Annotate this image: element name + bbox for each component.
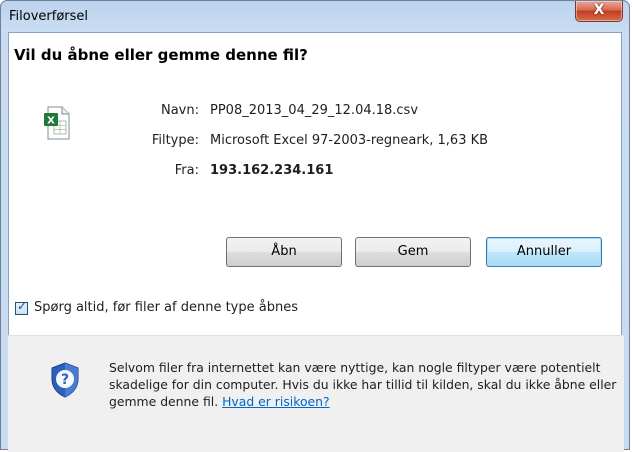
svg-text:?: ? [61,372,69,388]
svg-text:X: X [47,116,55,127]
cancel-button[interactable]: Annuller [486,237,602,267]
security-warning-text: Selvom filer fra internettet kan være ny… [109,359,621,410]
save-button[interactable]: Gem [355,237,471,267]
file-source-label: Fra: [174,163,199,178]
security-shield-icon: ? [51,362,79,398]
excel-file-icon: X [44,106,70,140]
close-icon: X [593,2,605,18]
risk-info-link[interactable]: Hvad er risikoen? [222,394,330,409]
open-button[interactable]: Åbn [226,237,342,267]
file-source-value: 193.162.234.161 [210,163,334,178]
file-type-label: Filtype: [151,133,199,148]
file-name-label: Navn: [160,103,199,118]
title-bar[interactable]: Filoverførsel X [1,1,629,32]
file-type-value: Microsoft Excel 97-2003-regneark, 1,63 K… [210,133,489,148]
always-ask-checkbox[interactable]: ✓ [15,299,28,315]
file-name-value: PP08_2013_04_29_12.04.18.csv [210,103,419,118]
checkmark-icon: ✓ [17,299,28,313]
window-title: Filoverførsel [9,9,89,24]
dialog-question: Vil du åbne eller gemme denne fil? [14,46,308,64]
always-ask-label[interactable]: Spørg altid, før filer af denne type åbn… [34,300,298,315]
warning-message: Selvom filer fra internettet kan være ny… [109,360,617,409]
close-button[interactable]: X [575,1,623,22]
